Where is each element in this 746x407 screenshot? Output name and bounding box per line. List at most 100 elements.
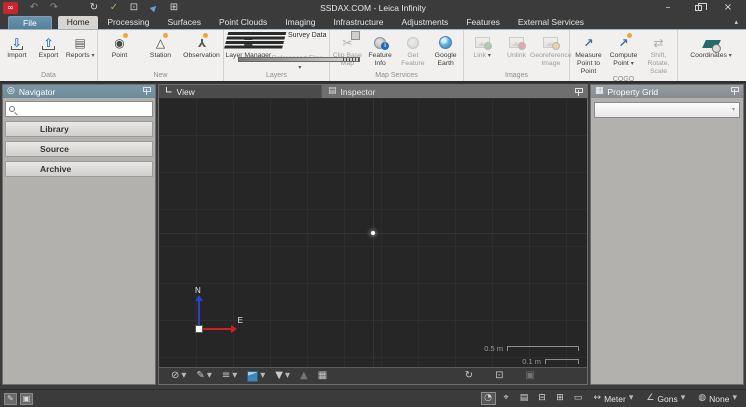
filter-button[interactable]: ▼▾ [271,369,294,384]
ribbon-group-images: Link ▾UnlinkGeoreference ImageImages [464,30,570,81]
crs-select[interactable]: ◍None▾ [693,394,742,404]
clip-base-map-button-icon: ✂ [342,37,352,49]
delete-button[interactable] [66,2,82,15]
grid-toggle-button-icon: ▦ [318,371,327,381]
tab-infrastructure[interactable]: Infrastructure [324,16,392,29]
clip-base-map-button[interactable]: ✂Clip Base Map [331,33,364,68]
feature-info-button[interactable]: Feature Info [364,33,397,68]
layout-button[interactable]: ⊞ [166,2,182,15]
coordinates-button-icon [702,40,721,48]
coordinates-button[interactable]: Coordinates ▾ [679,33,743,60]
station-button[interactable]: △Station [140,33,181,60]
link-image-button[interactable]: Link ▾ [465,33,499,60]
crs-select-icon: ◍ [698,394,706,403]
clip-base-map-button-iconwrap: ✂ [342,33,352,52]
close-button[interactable]: × [720,2,736,15]
status-pencil-button-icon: ✎ [7,395,14,403]
tab-features[interactable]: Features [457,16,509,29]
minimize-button[interactable]: – [660,2,676,15]
sync-button[interactable]: ↻ [86,2,102,15]
angle-unit-select[interactable]: ∠Gons▾ [641,394,690,404]
redo-button[interactable]: ↷ [46,2,62,15]
draw-style-button[interactable]: ✎▾ [192,369,215,384]
undo-button[interactable]: ↶ [26,2,42,15]
compute-point-button[interactable]: ↗Compute Point ▾ [606,33,641,68]
navigator-pin-icon[interactable] [142,87,151,96]
zoom-extents-button-icon: ⊡ [495,371,503,381]
archive-button[interactable]: ⊡ [126,2,142,15]
import-button[interactable]: ⇩Import [1,33,33,60]
status-right-cluster: ◔⌖▤⊟⊞▭↔Meter▾∠Gons▾◍None▾ [481,392,742,405]
tab-file[interactable]: File [8,16,52,29]
camera-button[interactable]: ▣ [522,369,539,384]
display-layers-button-icon: ≡ [222,371,230,381]
point-marker[interactable] [371,231,375,235]
minimize-button-icon: – [666,3,671,13]
stamp-button[interactable]: ✓ [106,2,122,15]
search-input[interactable] [18,105,149,114]
navigator-section-archive[interactable]: Archive [5,161,153,177]
status-clock-button[interactable]: ◔ [481,392,496,405]
collapse-ribbon-button[interactable]: ▴ [734,16,738,29]
background-map-button[interactable]: ⊘▾ [167,369,190,384]
tab-inspector[interactable]: ▤ Inspector [321,85,574,98]
tab-external-services[interactable]: External Services [509,16,593,29]
tab-point-clouds[interactable]: Point Clouds [210,16,276,29]
app-logo-button[interactable]: ∞ [3,2,18,14]
layer-manager-button[interactable]: ≡Layer Manager [225,33,272,60]
get-feature-button[interactable]: Get Feature [397,33,430,68]
status-list-button[interactable]: ▤ [517,392,532,405]
layers-dropdown-button[interactable]: ▾ [298,65,301,71]
tab-view[interactable]: ∟ View [159,85,321,98]
tab-surfaces[interactable]: Surfaces [158,16,210,29]
cone-view-button[interactable]: ▲ [296,369,312,384]
referenced-files-button[interactable]: Referenced Files ▾ [272,55,328,62]
navigator-section-source[interactable]: Source [5,141,153,157]
view-pin-icon[interactable] [574,88,583,97]
property-grid-selector[interactable]: ▾ [594,102,740,118]
google-earth-button-icon [439,36,452,49]
measure-point-to-point-button[interactable]: ↗Measure Point to Point [571,33,606,75]
reports-button[interactable]: ▤Reports ▾ [64,33,96,60]
tab-adjustments[interactable]: Adjustments [393,16,458,29]
display-layers-button[interactable]: ≡▾ [218,369,241,384]
google-earth-button-iconwrap [439,33,452,52]
reset-rotation-button[interactable]: ↻ [461,369,477,384]
status-pencil-button[interactable]: ✎ [4,393,17,405]
import-button-label: Import [7,52,26,60]
distance-unit-select-label: Meter [604,394,626,404]
undo-button-icon: ↶ [30,3,38,13]
tab-processing[interactable]: Processing [98,16,158,29]
tab-home[interactable]: Home [58,16,99,29]
status-folder-button[interactable]: ▭ [571,392,586,405]
view-canvas[interactable]: N E 0.5 m 0.1 m [159,98,587,367]
tab-imaging[interactable]: Imaging [276,16,324,29]
observation-button[interactable]: YObservation [181,33,222,60]
shift-rotate-scale-button[interactable]: ⇄Shift, Rotate, Scale [641,33,676,75]
restore-button[interactable] [690,2,706,15]
point-button[interactable]: ◉Point [99,33,140,60]
pin-tool-button[interactable]: ▶ [146,2,162,15]
property-grid-pin-icon[interactable] [730,87,739,96]
ribbon-group-items: ↗Measure Point to Point↗Compute Point ▾⇄… [570,32,677,75]
status-panel-button[interactable]: ▣ [20,393,33,405]
status-export-button[interactable]: ⊞ [553,392,568,405]
ribbon-group-cogo: ↗Measure Point to Point↗Compute Point ▾⇄… [570,30,678,81]
google-earth-button[interactable]: Google Earth [429,33,462,68]
distance-unit-select[interactable]: ↔Meter▾ [589,394,639,404]
view-axis-icon: ∟ [165,87,173,96]
ribbon-group-items: ✂Clip Base MapFeature InfoGet FeatureGoo… [330,32,463,71]
export-button[interactable]: ⇧Export [33,33,65,60]
grid-toggle-button[interactable]: ▦ [314,369,331,384]
unlink-image-button[interactable]: Unlink [499,33,533,60]
zoom-extents-button[interactable]: ⊡ [491,369,507,384]
unlink-image-button-icon [509,37,524,48]
view-orientation-button[interactable]: ▾ [243,369,269,384]
status-locate-button[interactable]: ⌖ [499,392,514,405]
status-cards-button[interactable]: ⊟ [535,392,550,405]
navigator-section-library[interactable]: Library [5,121,153,137]
observation-button-label: Observation [183,52,220,60]
shift-rotate-scale-button-icon: ⇄ [653,37,663,49]
georeference-image-button[interactable]: Georeference Image [534,33,568,68]
view-toolbar-right: ↻ ⊡ ▣ [461,369,539,384]
